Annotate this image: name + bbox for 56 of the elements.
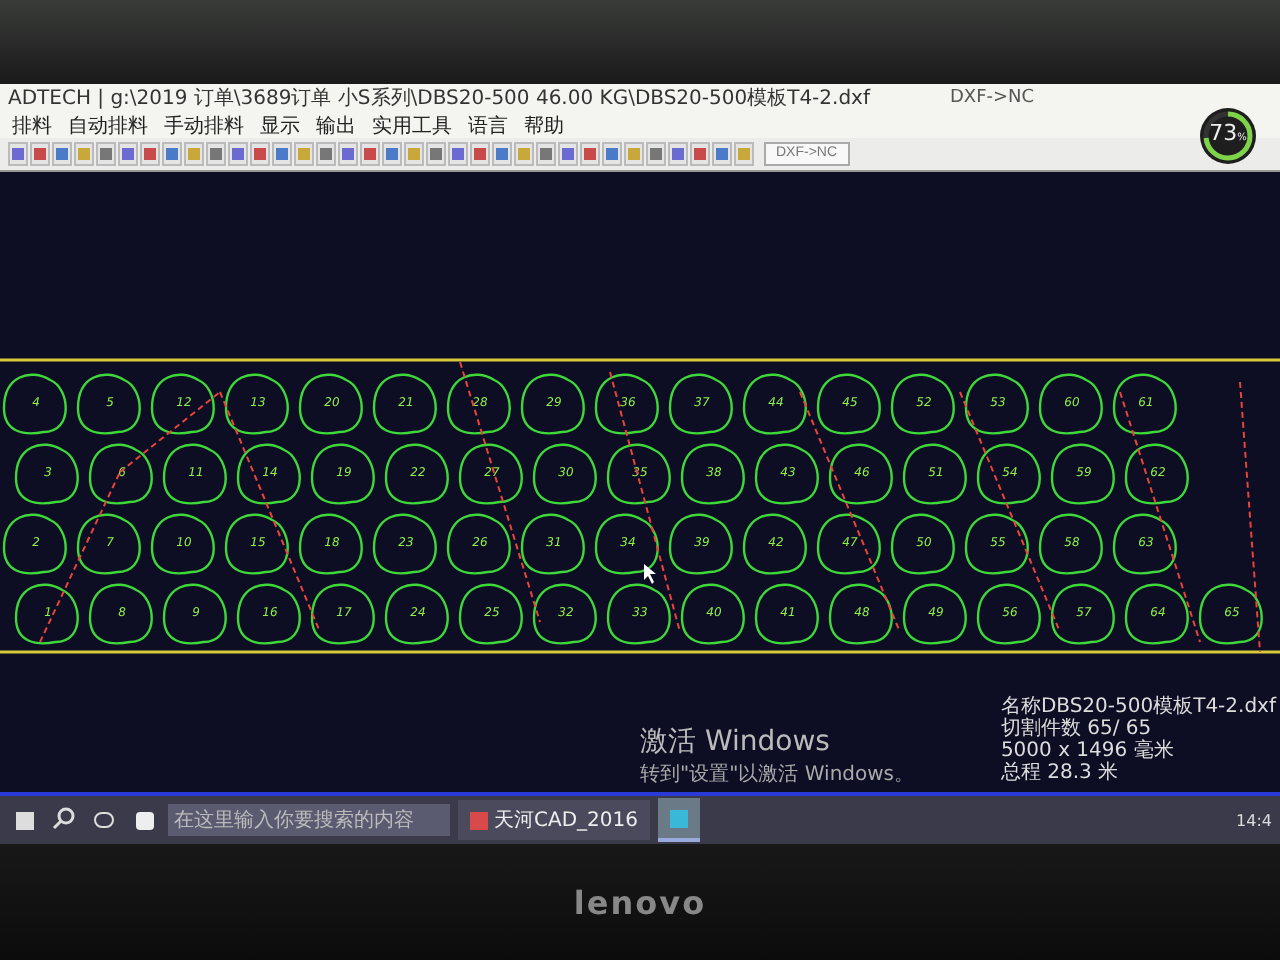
toolbar-button[interactable] [536,142,556,166]
toolbar-button[interactable] [74,142,94,166]
info-text: 总程 28.3 米 [1000,762,1121,784]
toolbar-button[interactable] [668,142,688,166]
taskbar-app[interactable]: 天河CAD_2016 [458,800,650,840]
toolbar-button[interactable] [492,142,512,166]
brand-logo-text: lenovo [573,883,707,921]
toolbar-button[interactable] [206,142,226,166]
toolbar-button[interactable] [602,142,622,166]
toolbar-button[interactable] [140,142,160,166]
taskbar-app[interactable] [657,798,700,842]
toolbar-button[interactable] [228,142,248,166]
toolbar-button[interactable] [162,142,182,166]
menu-item[interactable]: 语言 [468,111,508,139]
mode-label: DXF->NC [950,88,1035,108]
toolbar-button[interactable] [426,142,446,166]
toolbar-button[interactable] [470,142,490,166]
toolbar-button[interactable] [514,142,534,166]
menu-item[interactable]: 排料 [12,111,52,139]
toolbar-button[interactable] [404,142,424,166]
toolbar-button[interactable] [338,142,358,166]
toolbar-button[interactable] [360,142,380,166]
menu-item[interactable]: 帮助 [524,111,564,139]
toolbar-button[interactable] [690,142,710,166]
menu-item[interactable]: 自动排料 [68,111,148,139]
toolbar-button[interactable] [294,142,314,166]
clock-text: 14:4 [1236,811,1274,829]
toolbar-button[interactable] [250,142,270,166]
search-field[interactable]: 在这里输入你要搜索的内容 [168,804,450,836]
toolbar-button[interactable] [558,142,578,166]
menu-item[interactable]: 输出 [316,111,356,139]
info-text: 5000 x 1496 毫米 [1000,740,1176,762]
toolbar-button[interactable] [8,142,28,166]
info-text: 切割件数 65/ 65 [1000,718,1152,740]
toolbar-button[interactable] [118,142,138,166]
menu-item[interactable]: 显示 [260,111,300,139]
toolbar-button[interactable] [96,142,116,166]
toolbar-button[interactable] [52,142,72,166]
toolbar-button[interactable] [712,142,732,166]
toolbar-button[interactable] [30,142,50,166]
toolbar-button[interactable] [734,142,754,166]
info-text: 名称DBS20-500模板T4-2.dxf [1000,696,1276,718]
menu-item[interactable]: 实用工具 [372,111,452,139]
toolbar-button[interactable] [382,142,402,166]
toolbar-button[interactable] [448,142,468,166]
activation-hint: 转到"设置"以激活 Windows。 [640,761,915,788]
menu-item[interactable]: 手动排料 [164,111,244,139]
window-title: ADTECH | g:\2019 订单\3689订单 小S系列\DBS20-500 46.00 KG\DBS20-500模板T4-2.dxf [8,85,870,112]
activation-title: 激活 Windows [640,724,832,760]
toolbar-button[interactable] [272,142,292,166]
mouse-cursor-icon [644,564,656,584]
toolbar-button[interactable] [184,142,204,166]
toolbar-button[interactable] [646,142,666,166]
toolbar-button[interactable] [580,142,600,166]
toolbar-button[interactable] [316,142,336,166]
toolbar-button[interactable] [624,142,644,166]
